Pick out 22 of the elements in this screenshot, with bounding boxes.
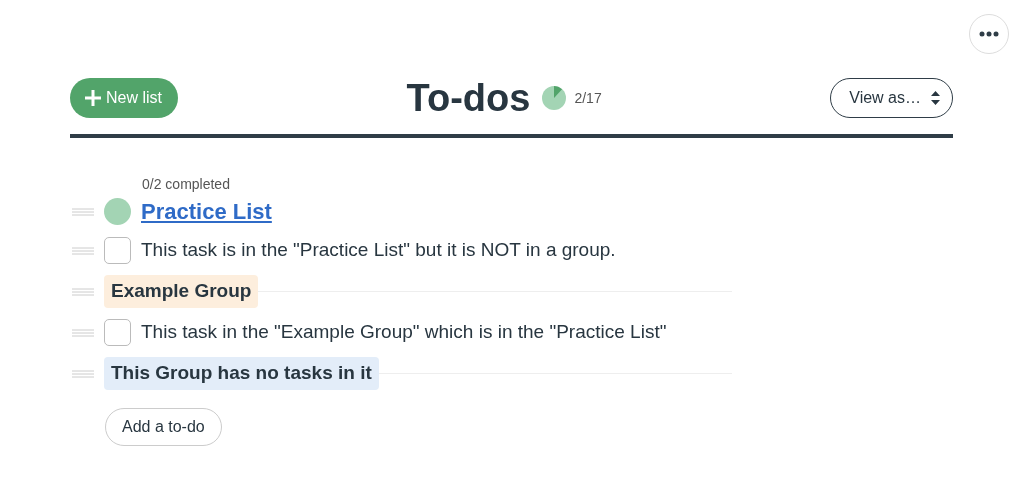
task-text: This task in the "Example Group" which is in the "Practice List" [141,320,667,345]
page-title: To-dos [406,76,531,121]
checkbox[interactable] [104,319,131,346]
list-title-link[interactable]: Practice List [141,194,272,228]
drag-handle-icon[interactable] [72,288,94,297]
progress-pie [542,86,567,110]
more-button[interactable] [969,14,1009,54]
drag-handle-icon[interactable] [72,207,94,216]
group-label: This Group has no tasks in it [104,357,379,390]
add-todo-button[interactable]: Add a to-do [105,408,222,446]
sort-caret-icon [931,91,940,105]
drag-handle-icon[interactable] [72,329,94,338]
checkbox[interactable] [104,237,131,264]
view-as-select[interactable]: View as… [830,78,953,118]
completed-count: 0/2 completed [142,176,231,192]
group-label: Example Group [104,275,259,308]
more-icon [979,31,999,37]
task-text: This task is in the "Practice List" but it is NOT in a group. [141,238,616,263]
drag-handle-icon[interactable] [72,370,94,379]
drag-handle-icon[interactable] [72,247,94,256]
plus-icon [84,89,102,107]
progress-count: 2/17 [574,88,602,108]
